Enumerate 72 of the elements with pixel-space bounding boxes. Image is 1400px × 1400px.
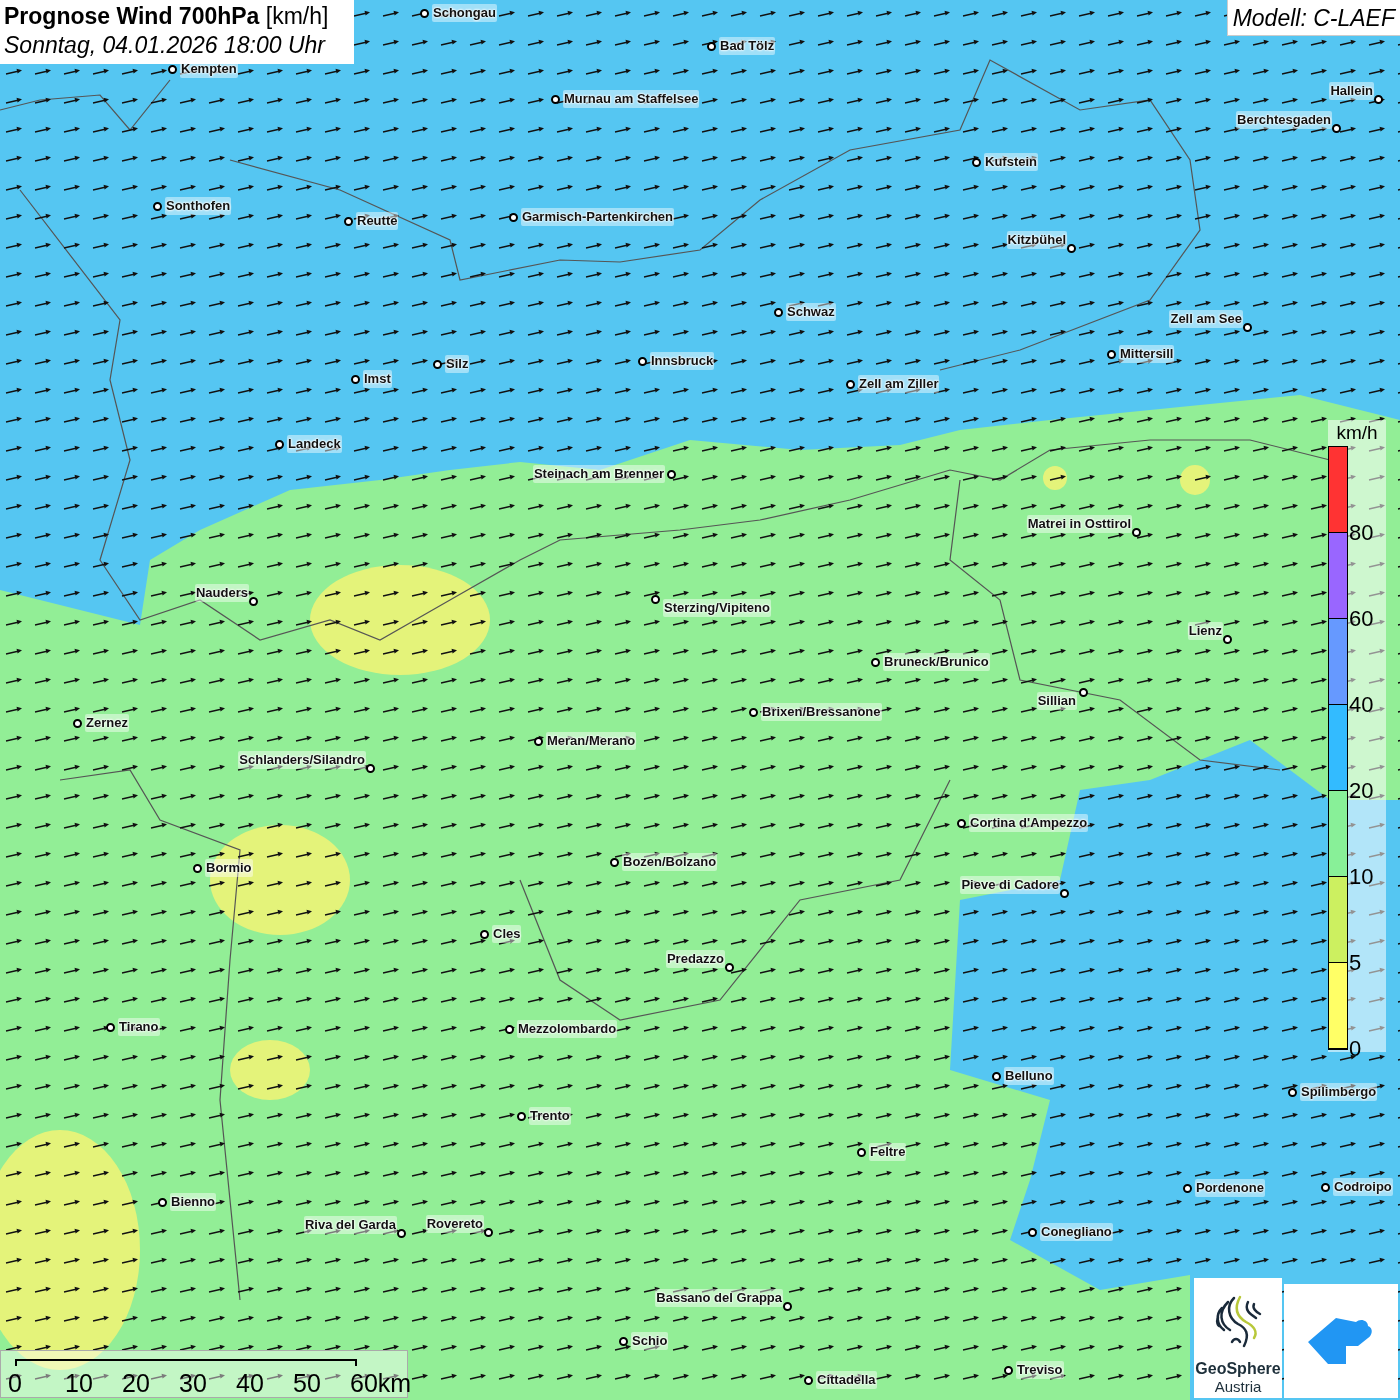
city-label: Bienno: [170, 1193, 217, 1211]
city-label: Conegliano: [1040, 1223, 1113, 1241]
city-label: Codroipo: [1333, 1178, 1393, 1196]
city-label: Belluno: [1004, 1067, 1054, 1085]
legend-value: 0: [1349, 1037, 1362, 1061]
city-label: Schwaz: [786, 303, 836, 321]
city-label: Predazzo: [665, 950, 725, 968]
city-label: Feltre: [869, 1143, 907, 1161]
city-label: Steinach am Brenner: [532, 465, 665, 483]
legend-value: 60: [1349, 607, 1374, 631]
city-label: Treviso: [1016, 1361, 1064, 1379]
city-label: Cles: [492, 925, 522, 943]
city-label: Bad Tölz: [719, 37, 776, 55]
city-label: Mezzolombardo: [517, 1020, 618, 1038]
city-label: Schongau: [432, 4, 497, 22]
city-label: Schio: [631, 1332, 669, 1350]
city-label: Murnau am Staffelsee: [563, 90, 700, 108]
city-label: Lienz: [1187, 622, 1223, 640]
city-label: Garmisch-Partenkirchen: [521, 208, 674, 226]
city-label: Sterzing/Vipiteno: [663, 599, 771, 617]
city-label: Landeck: [287, 435, 342, 453]
city-label: Schlanders/Silandro: [238, 751, 366, 769]
legend-value: 10: [1349, 865, 1374, 889]
scale-label: 40: [236, 1369, 264, 1397]
map-title: Prognose Wind 700hPa [km/h]: [4, 2, 330, 31]
city-label: Sonthofen: [165, 197, 232, 215]
model-label: Modell: C-LAEF: [1226, 0, 1400, 36]
city-label: Sillian: [1036, 692, 1077, 710]
scale-label: 50: [293, 1369, 321, 1397]
logo-name: GeoSphere: [1195, 1360, 1281, 1378]
city-label: Spilimbergo: [1300, 1083, 1378, 1101]
city-label: Zell am See: [1169, 310, 1243, 328]
legend-unit: km/h: [1336, 421, 1378, 445]
legend-value: 80: [1349, 521, 1374, 545]
city-label: Bormio: [205, 859, 253, 877]
city-label: Bassano del Grappa: [655, 1289, 783, 1307]
city-label: Berchtesgaden: [1236, 111, 1332, 129]
legend-value: 40: [1349, 693, 1374, 717]
city-label: Silz: [445, 355, 470, 373]
scale-label: 0: [8, 1369, 22, 1397]
city-label: Meran/Merano: [546, 732, 637, 750]
city-label: Cortina d'Ampezzo: [969, 814, 1089, 832]
scale-label: 60km: [350, 1369, 412, 1397]
city-label: Kufstein: [984, 153, 1038, 171]
city-label: Cittadella: [816, 1371, 877, 1389]
city-label: Innsbruck: [650, 352, 715, 370]
city-label: Tirano: [118, 1018, 160, 1036]
city-label: Bozen/Bolzano: [622, 853, 718, 871]
city-label: Zell am Ziller: [858, 375, 940, 393]
scale-label: 30: [179, 1369, 207, 1397]
city-label: Pieve di Cadore: [960, 876, 1060, 894]
city-label: Kitzbühel: [1006, 231, 1067, 249]
city-label: Reutte: [356, 212, 399, 230]
city-label: Trento: [529, 1107, 571, 1125]
city-label: Matrei in Osttirol: [1026, 515, 1132, 533]
scale-label: 20: [122, 1369, 150, 1397]
city-label: Hallein: [1329, 82, 1374, 100]
city-label: Bruneck/Brunico: [883, 653, 990, 671]
scale-label: 10: [65, 1369, 93, 1397]
legend-value: 5: [1349, 951, 1362, 975]
city-label: Imst: [363, 370, 392, 388]
city-label: Brixen/Bressanone: [761, 703, 882, 721]
legend-value: 20: [1349, 779, 1374, 803]
city-label: Riva del Garda: [303, 1216, 397, 1234]
logo-subtitle: Austria: [1214, 1378, 1262, 1396]
city-label: Rovereto: [425, 1215, 484, 1233]
forecast-time: Sonntag, 04.01.2026 18:00 Uhr: [4, 31, 327, 59]
city-label: Zernez: [85, 714, 129, 732]
city-label: Nauders: [194, 584, 249, 602]
city-label: Mittersill: [1119, 345, 1175, 363]
cloud-arrow-logo-icon: [1308, 1318, 1374, 1364]
city-label: Pordenone: [1195, 1179, 1265, 1197]
